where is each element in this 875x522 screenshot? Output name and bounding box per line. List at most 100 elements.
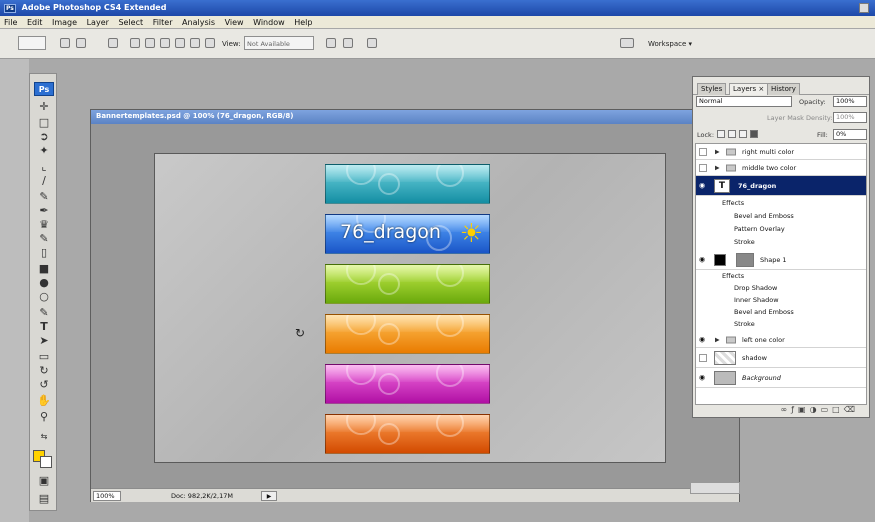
expand-arrow-icon[interactable]: ▶ xyxy=(715,336,720,343)
lock-position-icon[interactable] xyxy=(739,130,747,138)
hand-tool-icon[interactable]: ✋ xyxy=(36,394,52,408)
save-view-icon[interactable] xyxy=(326,38,336,48)
workspace-menu[interactable]: Workspace ▾ xyxy=(648,40,692,48)
status-menu-arrow-icon[interactable]: ▶ xyxy=(261,491,277,501)
banner-green[interactable] xyxy=(325,264,490,304)
walk-view-icon[interactable] xyxy=(190,38,200,48)
expand-arrow-icon[interactable]: ▶ xyxy=(715,164,720,171)
3d-roll-icon[interactable] xyxy=(76,38,86,48)
opacity-field[interactable]: 100% xyxy=(833,96,867,107)
expand-arrow-icon[interactable]: ▶ xyxy=(715,148,720,155)
tab-layers[interactable]: Layers × xyxy=(729,83,769,95)
effect-stroke[interactable]: Stroke xyxy=(734,320,755,328)
menu-edit[interactable]: Edit xyxy=(27,18,43,27)
brush-tool-icon[interactable]: ✒ xyxy=(36,204,52,218)
menu-filter[interactable]: Filter xyxy=(153,18,173,27)
3d-rotate-tool-icon[interactable]: ↻ xyxy=(36,364,52,378)
menu-layer[interactable]: Layer xyxy=(87,18,109,27)
marquee-tool-icon[interactable]: □ xyxy=(36,116,52,130)
crop-tool-icon[interactable]: ⌞ xyxy=(36,160,52,174)
eye-icon[interactable]: ◉ xyxy=(699,374,707,381)
healing-brush-tool-icon[interactable]: ✎ xyxy=(36,190,52,204)
delete-view-icon[interactable] xyxy=(343,38,353,48)
layer-middle-two-color[interactable]: ▶ middle two color xyxy=(696,160,866,176)
zoom-level-field[interactable]: 100% xyxy=(93,491,121,501)
menu-help[interactable]: Help xyxy=(294,18,312,27)
quick-mask-icon[interactable]: ▣ xyxy=(36,474,52,488)
link-icon[interactable]: ∞ xyxy=(781,405,792,414)
new-group-icon[interactable]: ▭ xyxy=(821,405,833,414)
banner-magenta[interactable] xyxy=(325,364,490,404)
layer-76-dragon[interactable]: ◉ T 76_dragon xyxy=(696,176,866,196)
mask-icon[interactable]: ▣ xyxy=(798,405,810,414)
pan-view-icon[interactable] xyxy=(175,38,185,48)
layer-mask-density-field[interactable]: 100% xyxy=(833,112,867,123)
blend-mode-select[interactable]: Normal xyxy=(696,96,792,107)
banner-orange[interactable] xyxy=(325,314,490,354)
layer-right-multi-color[interactable]: ▶ right multi color xyxy=(696,144,866,160)
fill-field[interactable]: 0% xyxy=(833,129,867,140)
view-select[interactable]: Not Available xyxy=(244,36,314,50)
trash-icon[interactable]: ⌫ xyxy=(844,405,859,414)
3d-pan-icon[interactable] xyxy=(108,38,118,48)
effect-bevel-emboss[interactable]: Bevel and Emboss xyxy=(734,212,794,220)
dodge-tool-icon[interactable]: ○ xyxy=(36,290,52,304)
menu-analysis[interactable]: Analysis xyxy=(182,18,215,27)
tool-preset-picker[interactable] xyxy=(18,36,46,50)
eraser-tool-icon[interactable]: ▯ xyxy=(36,246,52,260)
clone-stamp-tool-icon[interactable]: ♛ xyxy=(36,218,52,232)
3d-scale-icon[interactable] xyxy=(145,38,155,48)
workspace-icon[interactable] xyxy=(620,38,634,48)
screen-mode-icon[interactable]: ▤ xyxy=(36,492,52,506)
canvas[interactable]: 76_dragon ☀ ↻ xyxy=(154,153,666,463)
new-layer-icon[interactable]: □ xyxy=(832,405,844,414)
3d-rotate-icon[interactable] xyxy=(60,38,70,48)
eye-icon[interactable]: ◉ xyxy=(699,182,707,189)
banner-blue[interactable]: 76_dragon ☀ xyxy=(325,214,490,254)
move-tool-icon[interactable]: ✛ xyxy=(36,100,52,114)
shape-tool-icon[interactable]: ▭ xyxy=(36,350,52,364)
tab-styles[interactable]: Styles xyxy=(697,83,727,95)
orbit-icon[interactable] xyxy=(160,38,170,48)
menu-file[interactable]: File xyxy=(4,18,17,27)
menu-window[interactable]: Window xyxy=(253,18,285,27)
layer-left-one-color[interactable]: ◉ ▶ left one color xyxy=(696,332,866,348)
eye-icon[interactable]: ◉ xyxy=(699,256,707,263)
3d-slide-icon[interactable] xyxy=(130,38,140,48)
visibility-toggle[interactable] xyxy=(699,163,707,172)
layer-shadow[interactable]: shadow xyxy=(696,348,866,368)
3d-orbit-tool-icon[interactable]: ↺ xyxy=(36,378,52,392)
effect-pattern-overlay[interactable]: Pattern Overlay xyxy=(734,225,785,233)
layer-shape-1[interactable]: ◉ Shape 1 xyxy=(696,250,866,270)
history-brush-tool-icon[interactable]: ✎ xyxy=(36,232,52,246)
document-title-bar[interactable]: Bannertemplates.psd @ 100% (76_dragon, R… xyxy=(91,110,739,124)
layer-background[interactable]: ◉ Background xyxy=(696,368,866,388)
lasso-tool-icon[interactable]: ➲ xyxy=(36,130,52,144)
adjustment-icon[interactable]: ◑ xyxy=(810,405,821,414)
gradient-tool-icon[interactable]: ■ xyxy=(36,262,52,276)
eye-icon[interactable]: ◉ xyxy=(699,336,707,343)
lock-pixels-icon[interactable] xyxy=(728,130,736,138)
effect-bevel-emboss[interactable]: Bevel and Emboss xyxy=(734,308,794,316)
tab-history[interactable]: History xyxy=(767,83,800,95)
banner-teal[interactable] xyxy=(325,164,490,204)
window-close-button[interactable] xyxy=(859,3,869,13)
visibility-toggle[interactable] xyxy=(699,353,707,362)
zoom-view-icon[interactable] xyxy=(205,38,215,48)
swap-colors-icon[interactable]: ⇆ xyxy=(36,430,52,444)
mesh-icon[interactable] xyxy=(367,38,377,48)
menu-image[interactable]: Image xyxy=(52,18,77,27)
menu-select[interactable]: Select xyxy=(118,18,143,27)
effect-drop-shadow[interactable]: Drop Shadow xyxy=(734,284,777,292)
fx-icon[interactable]: ƒ xyxy=(791,405,798,414)
blur-tool-icon[interactable]: ● xyxy=(36,276,52,290)
path-selection-tool-icon[interactable]: ➤ xyxy=(36,334,52,348)
horizontal-scrollbar[interactable] xyxy=(690,482,740,494)
magic-wand-tool-icon[interactable]: ✦ xyxy=(36,144,52,158)
visibility-toggle[interactable] xyxy=(699,147,707,156)
lock-transparency-icon[interactable] xyxy=(717,130,725,138)
menu-view[interactable]: View xyxy=(225,18,244,27)
type-tool-icon[interactable]: T xyxy=(36,320,52,334)
effect-inner-shadow[interactable]: Inner Shadow xyxy=(734,296,779,304)
pen-tool-icon[interactable]: ✎ xyxy=(36,306,52,320)
